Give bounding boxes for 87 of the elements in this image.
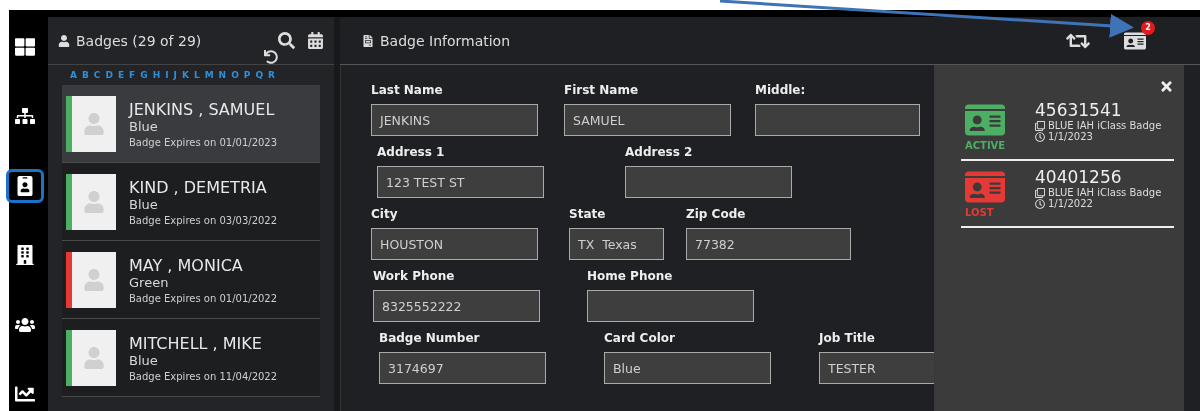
field-label: Job Title	[819, 331, 876, 345]
letter-link[interactable]: O	[231, 70, 239, 80]
clock-icon	[1035, 131, 1045, 142]
field-label: Badge Number	[379, 331, 481, 345]
undo-icon[interactable]	[264, 50, 278, 64]
letter-link[interactable]: G	[140, 70, 148, 80]
letter-link[interactable]: N	[218, 70, 227, 80]
notification-badge: 2	[1141, 20, 1155, 35]
card-color: Green	[129, 274, 170, 290]
letter-link[interactable]: K	[181, 70, 189, 80]
letter-link[interactable]: F	[129, 70, 136, 80]
field-label: State	[569, 207, 607, 221]
card-color: Blue	[129, 118, 159, 134]
letter-link[interactable]: A	[70, 70, 77, 80]
expiry-date: Badge Expires on 01/01/2022	[129, 292, 278, 304]
field-label: Home Phone	[587, 269, 674, 283]
close-icon[interactable]	[1159, 79, 1174, 94]
input-field[interactable]: 77382	[686, 228, 851, 260]
grid-icon	[14, 36, 35, 57]
document-icon	[362, 34, 374, 47]
calendar-icon[interactable]	[307, 32, 324, 49]
person-name: KIND , DEMETRIA	[129, 177, 268, 197]
badge-list-item[interactable]: MAY , MONICA Green Badge Expires on 01/01/2022	[62, 241, 320, 319]
badge-number: 45631541	[1035, 100, 1123, 120]
badge-list-item[interactable]: KIND , DEMETRIA Blue Badge Expires on 03/03/2022	[62, 163, 320, 241]
input-field[interactable]	[755, 104, 920, 136]
input-field[interactable]: Blue	[604, 352, 771, 384]
card-icon[interactable]	[1124, 29, 1146, 52]
letter-link[interactable]: L	[193, 70, 200, 80]
letter-link[interactable]: E	[117, 70, 125, 80]
field-label: Card Color	[604, 331, 676, 345]
expiry-date: Badge Expires on 03/03/2022	[129, 214, 278, 226]
hierarchy-icon	[14, 106, 35, 127]
nav-button[interactable]	[5, 169, 44, 203]
letter-link[interactable]: H	[152, 70, 161, 80]
input-field[interactable]	[587, 290, 754, 322]
input-field[interactable]: TESTER	[819, 352, 934, 384]
input-field[interactable]	[625, 166, 792, 198]
section-title: Badge Information	[380, 32, 511, 49]
input-field[interactable]: SAMUEL	[564, 104, 731, 136]
card-color: Blue	[129, 196, 159, 212]
letter-link[interactable]: Q	[255, 70, 264, 80]
letter-link[interactable]: C	[93, 70, 101, 80]
field-label: Address 1	[377, 145, 446, 159]
search-icon[interactable]	[278, 32, 295, 49]
letter-link[interactable]: P	[243, 70, 251, 80]
field-label: Work Phone	[373, 269, 456, 283]
letter-link[interactable]: B	[81, 70, 89, 80]
badge-date: 1/1/2022	[1048, 198, 1093, 209]
badge-type: BLUE IAH iClass Badge	[1048, 120, 1162, 131]
person-name: MITCHELL , MIKE	[129, 333, 263, 353]
badge-type: BLUE IAH iClass Badge	[1048, 187, 1162, 198]
input-field[interactable]: TX Texas	[569, 228, 664, 260]
field-label: Last Name	[371, 83, 444, 97]
input-field[interactable]: 3174697	[379, 352, 546, 384]
status-label: ACTIVE	[965, 140, 1006, 151]
letter-link[interactable]: J	[173, 70, 177, 80]
badge-number: 40401256	[1035, 167, 1123, 187]
field-label: First Name	[564, 83, 640, 97]
user-icon	[58, 34, 70, 47]
letter-link[interactable]: M	[204, 70, 214, 80]
person-name: MAY , MONICA	[129, 255, 244, 275]
input-field[interactable]: JENKINS	[371, 104, 538, 136]
expiry-date: Badge Expires on 01/01/2023	[129, 136, 278, 148]
field-label: City	[371, 207, 399, 221]
status-label: LOST	[965, 207, 994, 218]
copy-icon	[1035, 120, 1045, 131]
badge-date: 1/1/2023	[1048, 131, 1093, 142]
field-label: Address 2	[625, 145, 694, 159]
badge-list-item[interactable]: JENKINS , SAMUEL Blue Badge Expires on 01/01/2023	[62, 85, 320, 163]
chart-icon	[14, 384, 35, 405]
expiry-date: Badge Expires on 11/04/2022	[129, 370, 278, 382]
clock-icon	[1035, 198, 1045, 209]
panel-title: Badges (29 of 29)	[76, 32, 202, 49]
badge-list-item[interactable]: MITCHELL , MIKE Blue Badge Expires on 11/04/2022	[62, 319, 320, 397]
letter-link[interactable]: I	[165, 70, 169, 80]
field-label: Middle:	[755, 83, 807, 97]
input-field[interactable]: HOUSTON	[371, 228, 538, 260]
input-field[interactable]: 123 TEST ST	[377, 166, 544, 198]
letter-link[interactable]: D	[105, 70, 113, 80]
person-name: JENKINS , SAMUEL	[129, 99, 276, 119]
field-label: Zip Code	[686, 207, 747, 221]
card-color: Blue	[129, 352, 159, 368]
building-icon	[14, 245, 35, 266]
copy-icon	[1035, 187, 1045, 198]
input-field[interactable]: 8325552222	[373, 290, 540, 322]
letter-link[interactable]: R	[268, 70, 275, 80]
